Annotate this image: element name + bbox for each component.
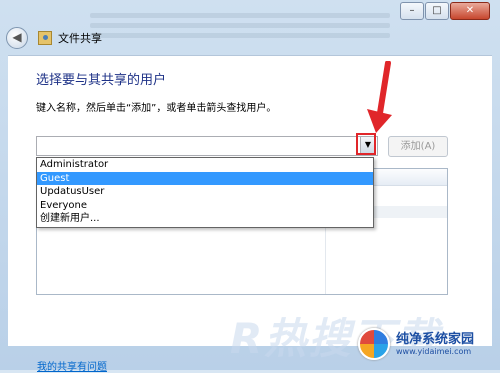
site-logo: 纯净系统家园 www.yidaimei.com: [358, 328, 474, 360]
window-title: 文件共享: [58, 32, 102, 45]
file-sharing-window: – □ ✕ ◀ 文件共享 选择要与其共享的用户 键入名称，然后单击“添加”，或者…: [0, 0, 500, 373]
window-controls: – □ ✕: [399, 2, 490, 20]
navigation-bar: ◀ 文件共享: [6, 26, 102, 50]
back-arrow-icon[interactable]: ◀: [6, 27, 28, 49]
user-dropdown-list: Administrator Guest UpdatusUser Everyone…: [36, 157, 374, 228]
dropdown-option[interactable]: Everyone: [37, 199, 373, 213]
user-name-combobox[interactable]: [36, 136, 378, 156]
logo-icon: [358, 328, 390, 360]
close-button[interactable]: ✕: [450, 2, 490, 20]
sharing-help-link[interactable]: 我的共享有问题: [37, 358, 107, 373]
annotation-arrow-icon: [367, 61, 392, 133]
background-blur: [90, 8, 390, 44]
dropdown-option-selected[interactable]: Guest: [37, 171, 373, 186]
page-heading: 选择要与其共享的用户: [36, 73, 167, 88]
logo-brand: 纯净系统家园: [396, 331, 475, 347]
dropdown-option[interactable]: Administrator: [37, 158, 373, 172]
instruction-text: 键入名称，然后单击“添加”，或者单击箭头查找用户。: [36, 103, 277, 114]
add-button[interactable]: 添加(A): [388, 136, 448, 157]
maximize-button[interactable]: □: [425, 2, 449, 20]
file-sharing-icon: [38, 31, 52, 45]
dropdown-option[interactable]: 创建新用户...: [37, 212, 373, 226]
minimize-button[interactable]: –: [400, 2, 424, 20]
logo-url: www.yidaimei.com: [396, 346, 472, 356]
dropdown-option[interactable]: UpdatusUser: [37, 185, 373, 199]
